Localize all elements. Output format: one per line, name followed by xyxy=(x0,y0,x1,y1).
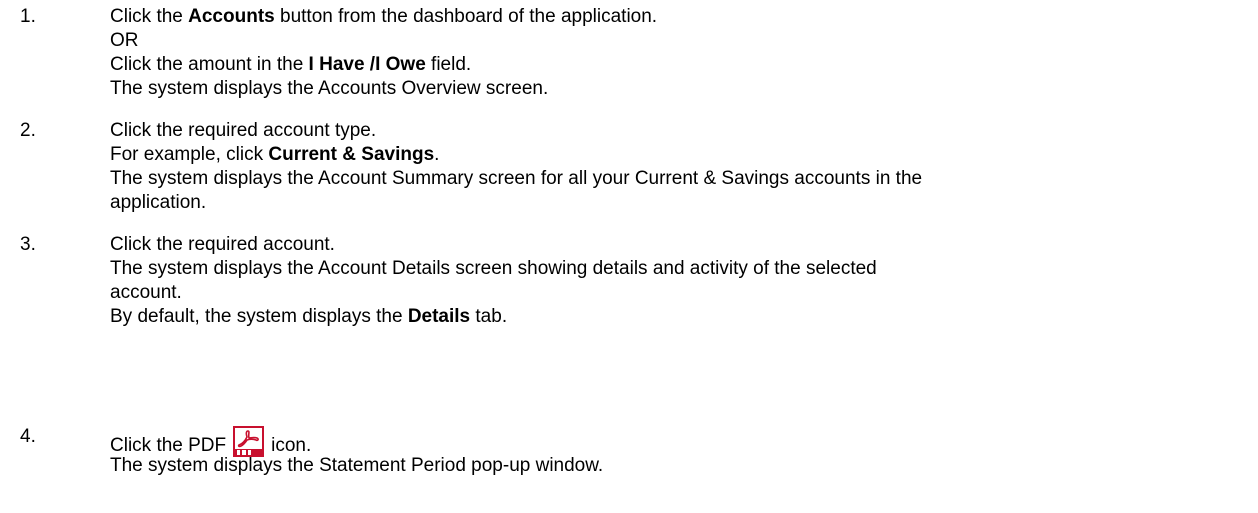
text: tab. xyxy=(470,306,508,327)
step-number: 2. xyxy=(20,120,36,141)
step-line: Click the required account type. xyxy=(110,120,377,141)
text: . xyxy=(434,144,440,165)
bold-text: Accounts xyxy=(188,6,275,27)
step-line: For example, click Current & Savings. xyxy=(110,143,439,167)
step-number: 3. xyxy=(20,234,36,255)
text: By default, the system displays the xyxy=(110,306,408,327)
bold-text: Current & Savings xyxy=(268,144,435,165)
step-line: The system displays the Account Details … xyxy=(110,258,877,279)
step-line: Click the required account. xyxy=(110,234,335,255)
text: field. xyxy=(425,54,472,75)
step-number: 4. xyxy=(20,426,36,447)
text: Click the PDF xyxy=(110,435,227,456)
bold-text: I Have /I Owe xyxy=(308,54,426,75)
step-line: application. xyxy=(110,192,207,213)
step-line: By default, the system displays the Deta… xyxy=(110,305,507,329)
step-line: Click the amount in the I Have /I Owe fi… xyxy=(110,53,471,77)
text: icon. xyxy=(271,435,312,456)
step-line: Click the Accounts button from the dashb… xyxy=(110,5,657,29)
bold-text: Details xyxy=(407,306,471,327)
text: For example, click xyxy=(110,144,269,165)
step-line: account. xyxy=(110,282,182,303)
step-line: OR xyxy=(110,30,139,51)
step-number: 1. xyxy=(20,6,36,27)
step-line: The system displays the Statement Period… xyxy=(110,455,604,476)
step-line: The system displays the Accounts Overvie… xyxy=(110,78,549,99)
step-line: The system displays the Account Summary … xyxy=(110,168,923,189)
text: button from the dashboard of the applica… xyxy=(274,6,658,27)
text: Click the amount in the xyxy=(110,54,309,75)
text: Click the xyxy=(110,6,189,27)
